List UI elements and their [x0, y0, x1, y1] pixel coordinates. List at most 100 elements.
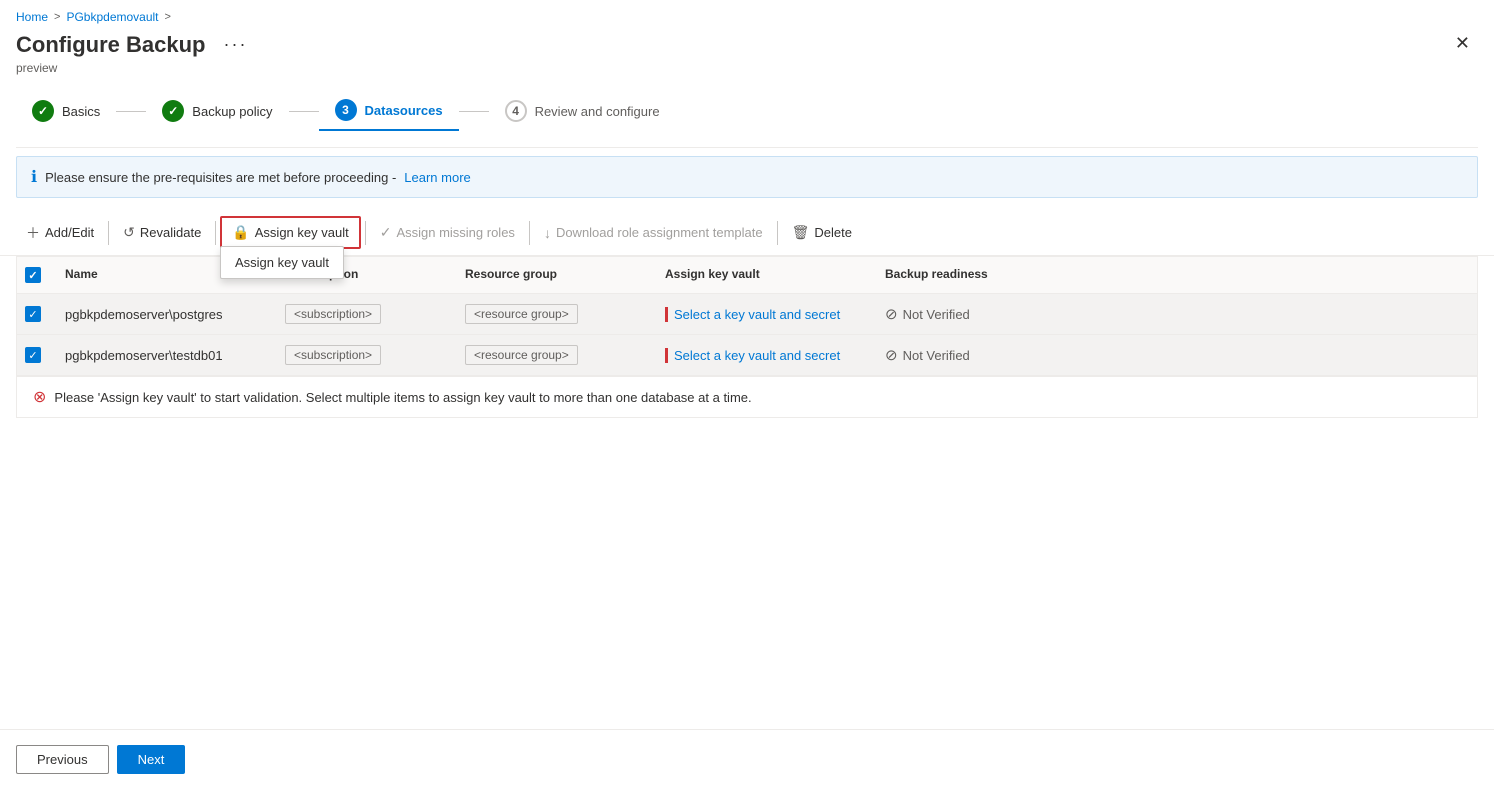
- row2-key-vault-link[interactable]: Select a key vault and secret: [665, 348, 840, 363]
- next-button[interactable]: Next: [117, 745, 186, 774]
- step-review[interactable]: 4 Review and configure: [489, 92, 676, 130]
- delete-icon: 🗑: [792, 224, 810, 241]
- row2-check-icon: ✓: [28, 349, 37, 362]
- row2-checkbox-cell: ✓: [17, 337, 57, 373]
- breadcrumb-sep1: >: [54, 11, 60, 23]
- step-backup-policy[interactable]: ✓ Backup policy: [146, 92, 288, 130]
- row2-subscription-tag: <subscription>: [285, 345, 381, 365]
- toolbar: ＋ Add/Edit ↺ Revalidate 🔒 Assign key vau…: [0, 210, 1494, 256]
- row2-subscription: <subscription>: [277, 335, 457, 375]
- toolbar-sep-2: [215, 221, 216, 245]
- step-label-datasources: Datasources: [365, 103, 443, 118]
- row1-key-vault: Select a key vault and secret: [657, 297, 877, 332]
- breadcrumb-sep2: >: [165, 11, 171, 23]
- row1-name: pgbkpdemoserver\postgres: [57, 297, 277, 332]
- row1-readiness: ⊘ Not Verified: [877, 295, 1077, 333]
- step-basics[interactable]: ✓ Basics: [16, 92, 116, 130]
- error-icon: ⊗: [33, 387, 46, 407]
- table-row: ✓ pgbkpdemoserver\postgres <subscription…: [17, 294, 1477, 335]
- col-header-resource-group: Resource group: [457, 257, 657, 293]
- page-subtitle: preview: [16, 61, 255, 75]
- download-template-label: Download role assignment template: [556, 225, 763, 240]
- check-icon: ✓: [380, 224, 392, 241]
- col-header-readiness: Backup readiness: [877, 257, 1077, 293]
- download-icon: ↓: [544, 225, 551, 241]
- footer: Previous Next: [0, 729, 1494, 789]
- row1-resource-group-tag: <resource group>: [465, 304, 578, 324]
- row1-subscription: <subscription>: [277, 294, 457, 334]
- toolbar-sep-3: [365, 221, 366, 245]
- step-sep-2: [289, 111, 319, 112]
- assign-missing-roles-label: Assign missing roles: [396, 225, 515, 240]
- table-row: ✓ pgbkpdemoserver\testdb01 <subscription…: [17, 335, 1477, 376]
- select-all-checkbox[interactable]: ✓: [25, 267, 41, 283]
- key-vault-icon: 🔒: [232, 224, 249, 241]
- breadcrumb-home[interactable]: Home: [16, 10, 48, 24]
- learn-more-link[interactable]: Learn more: [404, 170, 470, 185]
- step-label-basics: Basics: [62, 104, 100, 119]
- toolbar-sep-1: [108, 221, 109, 245]
- delete-button[interactable]: 🗑 Delete: [782, 218, 862, 247]
- add-edit-button[interactable]: ＋ Add/Edit: [16, 217, 104, 249]
- row2-readiness: ⊘ Not Verified: [877, 336, 1077, 374]
- row2-key-vault: Select a key vault and secret: [657, 338, 877, 373]
- step-sep-1: [116, 111, 146, 112]
- header-title-group: Configure Backup ··· preview: [16, 30, 255, 75]
- page-header: Configure Backup ··· preview ✕: [0, 30, 1494, 91]
- download-template-button[interactable]: ↓ Download role assignment template: [534, 219, 773, 247]
- datasources-table: ✓ Name Subscription Resource group Assig…: [16, 256, 1478, 418]
- header-left: Configure Backup ··· preview: [16, 30, 255, 75]
- error-text: Please 'Assign key vault' to start valid…: [54, 390, 751, 405]
- step-label-review: Review and configure: [535, 104, 660, 119]
- step-label-backup-policy: Backup policy: [192, 104, 272, 119]
- row1-key-vault-link[interactable]: Select a key vault and secret: [665, 307, 840, 322]
- info-banner: ℹ Please ensure the pre-requisites are m…: [16, 156, 1478, 198]
- add-edit-label: Add/Edit: [45, 225, 94, 240]
- row2-resource-group-tag: <resource group>: [465, 345, 578, 365]
- step-circle-backup-policy: ✓: [162, 100, 184, 122]
- row1-subscription-tag: <subscription>: [285, 304, 381, 324]
- col-header-checkbox: ✓: [17, 257, 57, 293]
- previous-button[interactable]: Previous: [16, 745, 109, 774]
- add-icon: ＋: [26, 223, 40, 243]
- revalidate-button[interactable]: ↺ Revalidate: [113, 218, 211, 247]
- step-sep-3: [459, 111, 489, 112]
- close-button[interactable]: ✕: [1447, 30, 1478, 56]
- row1-resource-group: <resource group>: [457, 294, 657, 334]
- row1-not-verified-icon: ⊘: [885, 305, 898, 323]
- assign-key-vault-tooltip: Assign key vault: [220, 246, 344, 279]
- row1-checkbox[interactable]: ✓: [25, 306, 41, 322]
- page-title: Configure Backup: [16, 32, 205, 58]
- row2-name: pgbkpdemoserver\testdb01: [57, 338, 277, 373]
- revalidate-label: Revalidate: [140, 225, 201, 240]
- breadcrumb: Home > PGbkpdemovault >: [0, 0, 1494, 30]
- row1-check-icon: ✓: [28, 308, 37, 321]
- step-circle-datasources: 3: [335, 99, 357, 121]
- select-all-check-icon: ✓: [28, 269, 37, 282]
- breadcrumb-vault[interactable]: PGbkpdemovault: [66, 10, 158, 24]
- main-content: ℹ Please ensure the pre-requisites are m…: [0, 156, 1494, 789]
- step-circle-basics: ✓: [32, 100, 54, 122]
- col-header-key-vault: Assign key vault: [657, 257, 877, 293]
- toolbar-sep-5: [777, 221, 778, 245]
- toolbar-sep-4: [529, 221, 530, 245]
- step-circle-review: 4: [505, 100, 527, 122]
- error-message-row: ⊗ Please 'Assign key vault' to start val…: [17, 376, 1477, 417]
- row2-checkbox[interactable]: ✓: [25, 347, 41, 363]
- more-options-button[interactable]: ···: [215, 30, 255, 59]
- info-text: Please ensure the pre-requisites are met…: [45, 170, 396, 185]
- row2-not-verified-icon: ⊘: [885, 346, 898, 364]
- info-icon: ℹ: [31, 167, 37, 187]
- revalidate-icon: ↺: [123, 224, 135, 241]
- row2-resource-group: <resource group>: [457, 335, 657, 375]
- wizard-steps: ✓ Basics ✓ Backup policy 3 Datasources 4…: [0, 91, 1494, 147]
- assign-key-vault-label: Assign key vault: [255, 225, 349, 240]
- assign-key-vault-button[interactable]: 🔒 Assign key vault: [220, 216, 360, 249]
- delete-label: Delete: [814, 225, 852, 240]
- row1-readiness-label: Not Verified: [903, 307, 970, 322]
- row1-checkbox-cell: ✓: [17, 296, 57, 332]
- header-divider: [16, 147, 1478, 148]
- step-datasources[interactable]: 3 Datasources: [319, 91, 459, 131]
- assign-missing-roles-button[interactable]: ✓ Assign missing roles: [370, 218, 525, 247]
- row2-readiness-label: Not Verified: [903, 348, 970, 363]
